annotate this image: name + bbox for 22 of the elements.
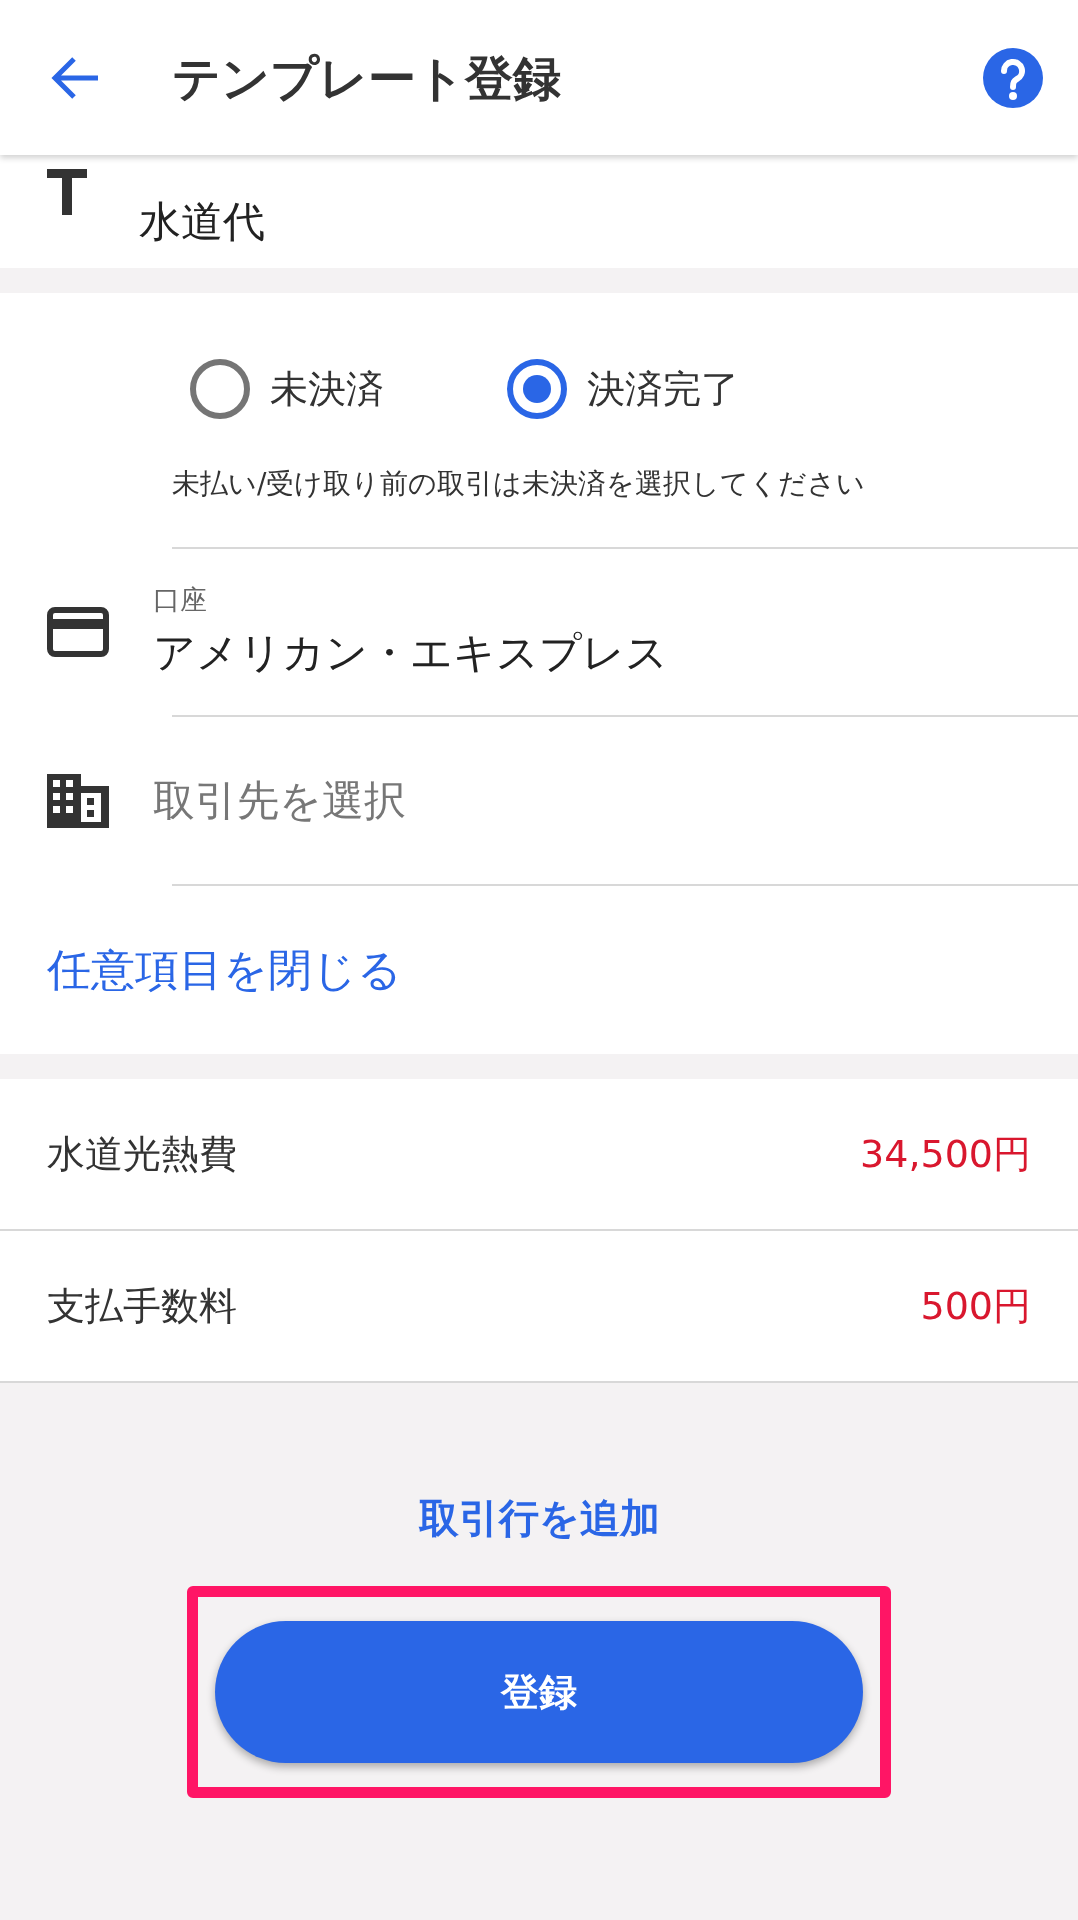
radio-button[interactable] xyxy=(190,359,250,419)
radio-label[interactable]: 未決済 xyxy=(270,360,507,418)
category-text[interactable]: 支払手数料 xyxy=(47,1277,237,1335)
amount-text[interactable]: 500円 xyxy=(920,1277,1031,1335)
close-optional-link[interactable]: 任意項目を閉じる xyxy=(47,937,402,1003)
partner-select[interactable]: 取引先を選択 xyxy=(153,769,406,832)
back-arrow-icon[interactable] xyxy=(50,55,100,100)
amount-text[interactable]: 34,500円 xyxy=(860,1125,1031,1183)
radio-button[interactable] xyxy=(507,359,567,419)
register-button[interactable]: 登録 xyxy=(215,1621,863,1763)
account-label: 口座 xyxy=(153,583,208,618)
building-icon xyxy=(47,773,109,828)
credit-card-icon xyxy=(47,607,109,657)
radio-label[interactable]: 決済完了 xyxy=(587,360,739,418)
hint-text: 未払い/受け取り前の取引は未決済を選択してください xyxy=(171,466,867,502)
template-name-value: 水道代 xyxy=(139,196,265,248)
account-value[interactable]: アメリカン・エキスプレス xyxy=(153,620,668,684)
add-line-link[interactable]: 取引行を追加 xyxy=(418,1488,660,1548)
category-text[interactable]: 水道光熱費 xyxy=(47,1125,237,1183)
text-icon xyxy=(47,168,87,215)
help-icon[interactable] xyxy=(983,47,1043,108)
screen-title: テンプレート登録 xyxy=(172,48,561,108)
